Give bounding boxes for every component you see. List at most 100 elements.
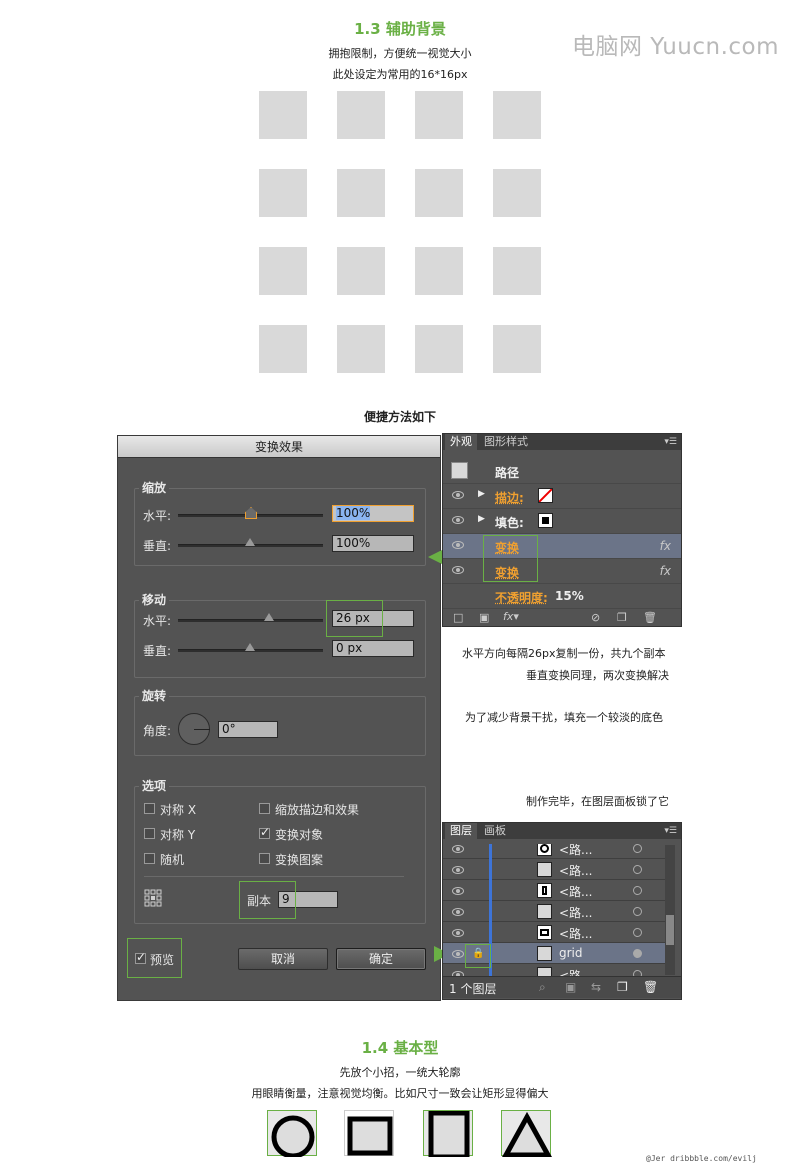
panel-menu-icon[interactable]: ▾☰ xyxy=(664,826,677,836)
cancel-button[interactable]: 取消 xyxy=(238,948,328,970)
reflect-x-checkbox[interactable] xyxy=(144,803,155,814)
trash-icon[interactable]: 🗑 xyxy=(643,980,658,994)
rotate-angle-input[interactable]: 0° xyxy=(218,721,278,738)
layer-name[interactable]: <路... xyxy=(559,925,593,942)
new-fill-icon[interactable]: ▣ xyxy=(479,611,489,624)
scale-strokes-checkbox[interactable] xyxy=(259,803,270,814)
move-vertical-thumb[interactable] xyxy=(245,643,255,651)
ok-button[interactable]: 确定 xyxy=(336,948,426,970)
layer-thumbnail xyxy=(537,883,552,898)
target-icon[interactable] xyxy=(633,886,642,895)
scale-horizontal-input[interactable]: 100% xyxy=(332,505,414,522)
layer-row[interactable]: <路... xyxy=(443,859,675,880)
section1-line2: 此处设定为常用的16*16px xyxy=(332,68,468,81)
eye-icon[interactable] xyxy=(452,516,464,524)
grid-square xyxy=(415,247,463,295)
grid-square xyxy=(259,169,307,217)
layer-name[interactable]: <路... xyxy=(559,883,593,900)
dialog-title: 变换效果 xyxy=(118,436,440,458)
transform-patterns-checkbox[interactable] xyxy=(259,853,270,864)
grid-square xyxy=(415,169,463,217)
path-swatch xyxy=(451,462,468,479)
eye-icon[interactable] xyxy=(452,491,464,499)
new-layer-icon[interactable]: ❐ xyxy=(617,980,628,994)
grid-square xyxy=(415,325,463,373)
fill-row[interactable]: ▶ 填色: xyxy=(443,509,681,534)
eye-icon[interactable] xyxy=(452,845,464,853)
eye-icon[interactable] xyxy=(452,541,464,549)
eye-icon[interactable] xyxy=(452,566,464,574)
duplicate-item-icon[interactable]: ❐ xyxy=(617,611,627,624)
clipping-mask-icon[interactable]: ▣ xyxy=(565,980,576,994)
fx-icon[interactable]: fx xyxy=(660,564,671,578)
tab-layers[interactable]: 图层 xyxy=(445,823,477,839)
target-icon[interactable] xyxy=(633,865,642,874)
move-vertical-label: 垂直: xyxy=(143,644,172,658)
scale-vertical-thumb[interactable] xyxy=(245,538,255,546)
expand-triangle-icon[interactable]: ▶ xyxy=(478,489,485,499)
transform-row-1[interactable]: 变换 fx xyxy=(443,534,681,559)
fill-swatch[interactable] xyxy=(538,513,553,528)
reflect-y-checkbox[interactable] xyxy=(144,828,155,839)
eye-icon[interactable] xyxy=(452,929,464,937)
opacity-label[interactable]: 不透明度: xyxy=(495,589,548,606)
layers-scrollbar[interactable] xyxy=(665,845,675,975)
locate-object-icon[interactable]: ⌕ xyxy=(539,980,546,995)
options-divider xyxy=(144,876,404,877)
stroke-none-swatch[interactable] xyxy=(538,488,553,503)
grid-square xyxy=(337,169,385,217)
target-icon[interactable] xyxy=(633,907,642,916)
layer-name[interactable]: <路... xyxy=(559,904,593,921)
section2-line2: 用眼睛衡量，注意视觉均衡。比如尺寸一致会让矩形显得偏大 xyxy=(251,1087,549,1100)
layer-row[interactable]: <路... xyxy=(443,880,675,901)
layer-row[interactable]: <路... xyxy=(443,901,675,922)
layer-name[interactable]: <路... xyxy=(559,844,593,858)
layer-thumbnail xyxy=(537,844,552,856)
transform-objects-checkbox[interactable] xyxy=(259,825,270,839)
add-effect-icon[interactable]: fx▾ xyxy=(503,610,519,623)
trash-icon[interactable]: 🗑 xyxy=(643,611,657,624)
transform-row-2[interactable]: 变换 fx xyxy=(443,559,681,584)
fill-label[interactable]: 填色: xyxy=(495,514,524,531)
new-sublayer-icon[interactable]: ⇆ xyxy=(591,980,601,994)
layer-color-bar xyxy=(489,859,492,880)
tab-graphic-styles[interactable]: 图形样式 xyxy=(479,434,533,450)
opacity-value[interactable]: 15% xyxy=(555,589,584,603)
tab-appearance[interactable]: 外观 xyxy=(445,434,477,450)
random-checkbox[interactable] xyxy=(144,853,155,864)
preview-checkbox[interactable] xyxy=(135,950,146,964)
scale-vertical-input[interactable]: 100% xyxy=(332,535,414,552)
expand-triangle-icon[interactable]: ▶ xyxy=(478,514,485,524)
eye-icon[interactable] xyxy=(452,887,464,895)
eye-icon[interactable] xyxy=(452,908,464,916)
opacity-row[interactable]: 不透明度: 15% xyxy=(443,584,681,609)
clear-appearance-icon[interactable]: ⊘ xyxy=(591,611,600,624)
layer-row[interactable]: <路... xyxy=(443,844,675,859)
scale-group-label: 缩放 xyxy=(139,479,170,496)
stroke-label[interactable]: 描边: xyxy=(495,489,524,506)
layers-footer: 1 个图层 ⌕ ▣ ⇆ ❐ 🗑 xyxy=(443,976,681,998)
scrollbar-thumb[interactable] xyxy=(666,915,674,945)
move-vertical-input[interactable]: 0 px xyxy=(332,640,414,657)
move-horizontal-thumb[interactable] xyxy=(264,613,274,621)
reflect-y-label: 对称 Y xyxy=(160,828,196,842)
eye-icon[interactable] xyxy=(452,950,464,958)
tab-artboards[interactable]: 画板 xyxy=(479,823,511,839)
panel-menu-icon[interactable]: ▾☰ xyxy=(664,437,677,447)
new-stroke-icon[interactable]: □ xyxy=(453,611,463,624)
layer-name[interactable]: <路... xyxy=(559,862,593,879)
target-icon[interactable] xyxy=(633,949,642,958)
move-horizontal-slider[interactable] xyxy=(178,619,323,622)
reference-point-icon[interactable] xyxy=(144,889,162,907)
circle-shape xyxy=(267,1110,317,1159)
layer-row[interactable]: <路... xyxy=(443,922,675,943)
angle-dial[interactable] xyxy=(178,713,210,745)
target-icon[interactable] xyxy=(633,928,642,937)
eye-icon[interactable] xyxy=(452,866,464,874)
layer-name[interactable]: <路... xyxy=(559,967,593,976)
note-4: 制作完毕，在图层面板锁了它 xyxy=(526,795,669,808)
fx-icon[interactable]: fx xyxy=(660,539,671,553)
layer-name[interactable]: grid xyxy=(559,946,583,960)
target-icon[interactable] xyxy=(633,844,642,853)
stroke-row[interactable]: ▶ 描边: xyxy=(443,484,681,509)
